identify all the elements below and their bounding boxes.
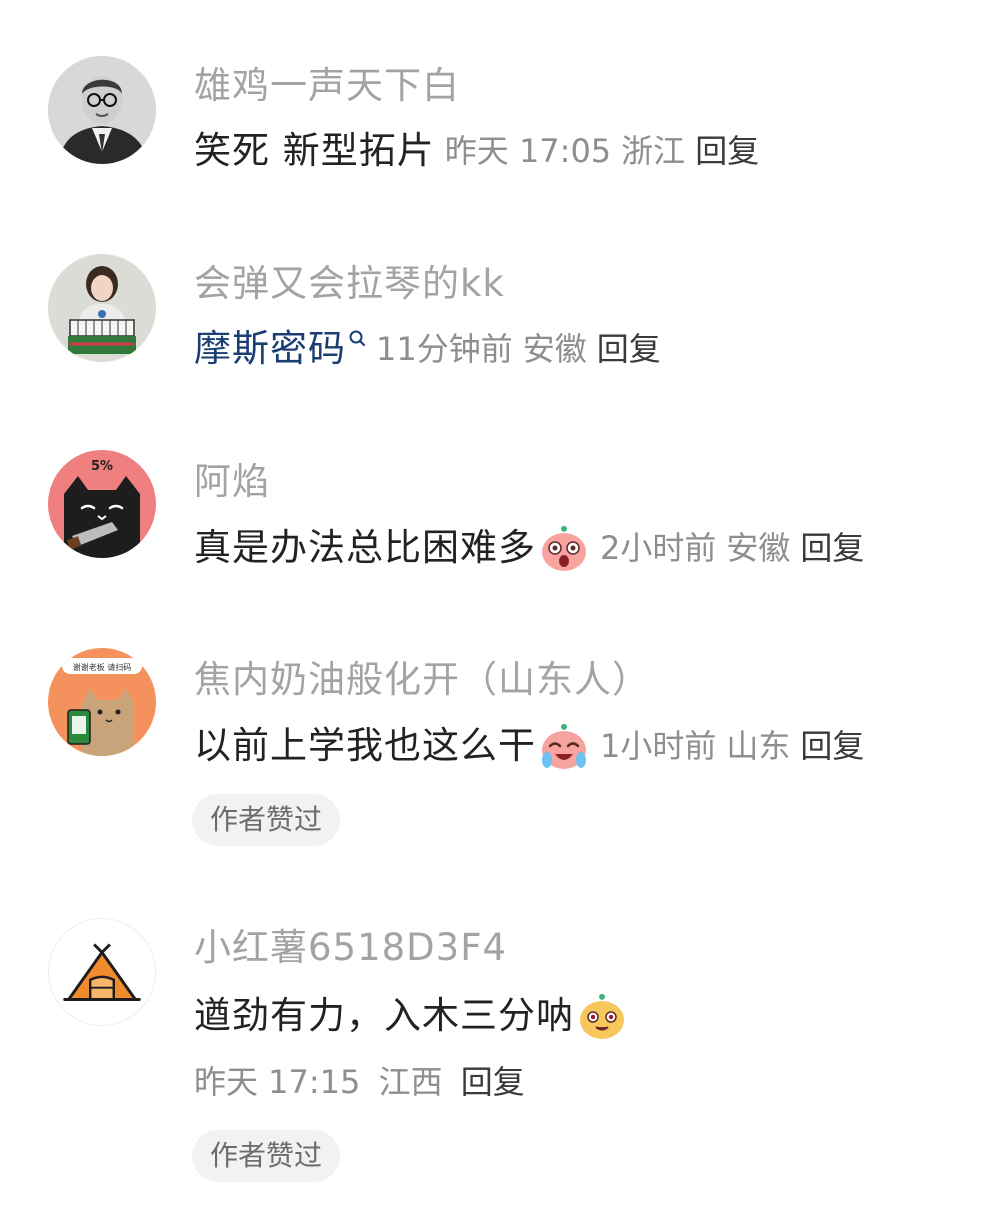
comment-text: 遒劲有力，入木三分呐 xyxy=(194,994,574,1037)
avatar[interactable]: 谢谢老板 请扫码 xyxy=(48,648,156,756)
comment-time: 11分钟前 xyxy=(376,330,513,368)
reply-button[interactable]: 回复 xyxy=(461,1063,525,1101)
comment-meta: 昨天 17:15 江西 回复 xyxy=(194,1062,525,1102)
comment-body: 遒劲有力，入木三分呐 xyxy=(194,990,628,1042)
comment-time: 1小时前 xyxy=(600,727,717,765)
black-cat-avatar-icon: 5% xyxy=(48,450,156,558)
avatar[interactable] xyxy=(48,254,156,362)
username[interactable]: 小红薯6518D3F4 xyxy=(194,926,507,970)
username[interactable]: 阿焰 xyxy=(194,460,270,504)
comment-text: 真是办法总比困难多 xyxy=(194,526,536,569)
comment-item: 会弹又会拉琴的kk 摩斯密码 11分钟前 安徽 回复 xyxy=(0,200,991,400)
reply-button[interactable]: 回复 xyxy=(597,326,661,372)
author-liked-badge: 作者赞过 xyxy=(192,794,341,846)
search-icon[interactable] xyxy=(348,329,366,351)
girl-with-keyboard-avatar-icon xyxy=(48,254,156,362)
username[interactable]: 雄鸡一声天下白 xyxy=(194,64,460,108)
mention-link[interactable]: 摩斯密码 xyxy=(194,326,346,372)
username[interactable]: 焦内奶油般化开（山东人） xyxy=(194,658,650,702)
smug-face-emoji-icon xyxy=(580,994,624,1039)
comment-body: 以前上学我也这么干 1小时前 山东 回复 xyxy=(194,720,864,772)
comment-item: 小红薯6518D3F4 遒劲有力，入木三分呐 昨天 17:15 江西 回复 作者… xyxy=(0,900,991,1221)
comment-location: 安徽 xyxy=(726,529,791,567)
comment-time: 2小时前 xyxy=(600,529,717,567)
comment-body: 真是办法总比困难多 2小时前 安徽 回复 xyxy=(194,522,864,574)
bw-portrait-avatar-icon xyxy=(48,56,156,164)
comment-item: 谢谢老板 请扫码 焦内奶油般化开（山东人） 以前上学我也这么干 1小时前 山东 … xyxy=(0,600,991,900)
author-liked-badge: 作者赞过 xyxy=(192,1130,341,1182)
username[interactable]: 会弹又会拉琴的kk xyxy=(194,262,505,306)
avatar[interactable]: 5% xyxy=(48,450,156,558)
comment-text: 以前上学我也这么干 xyxy=(194,724,536,767)
shocked-face-emoji-icon xyxy=(542,526,586,571)
orange-tent-avatar-icon xyxy=(49,919,155,1025)
comment-body: 笑死 新型拓片 昨天 17:05 浙江 回复 xyxy=(194,128,759,174)
comment-item: 雄鸡一声天下白 笑死 新型拓片 昨天 17:05 浙江 回复 xyxy=(0,0,991,200)
avatar[interactable] xyxy=(48,56,156,164)
avatar[interactable] xyxy=(48,918,156,1026)
reply-button[interactable]: 回复 xyxy=(695,128,759,174)
comment-location: 江西 xyxy=(378,1063,443,1101)
avatar-badge-text: 5% xyxy=(91,459,113,474)
avatar-bubble-text: 谢谢老板 请扫码 xyxy=(73,662,132,672)
comment-time: 昨天 17:15 xyxy=(194,1063,361,1101)
comment-item: 5% 阿焰 真是办法总比困难多 2小时前 安徽 回复 xyxy=(0,400,991,600)
cat-with-phone-avatar-icon: 谢谢老板 请扫码 xyxy=(48,648,156,756)
reply-button[interactable]: 回复 xyxy=(800,723,864,769)
reply-button[interactable]: 回复 xyxy=(800,525,864,571)
comment-location: 安徽 xyxy=(522,330,587,368)
crying-laughing-emoji-icon xyxy=(542,724,586,769)
comment-time: 昨天 17:05 xyxy=(444,132,612,170)
comment-location: 浙江 xyxy=(621,132,686,170)
comment-text: 笑死 新型拓片 xyxy=(194,129,435,172)
comment-location: 山东 xyxy=(726,727,791,765)
comment-body: 摩斯密码 11分钟前 安徽 回复 xyxy=(194,326,661,372)
